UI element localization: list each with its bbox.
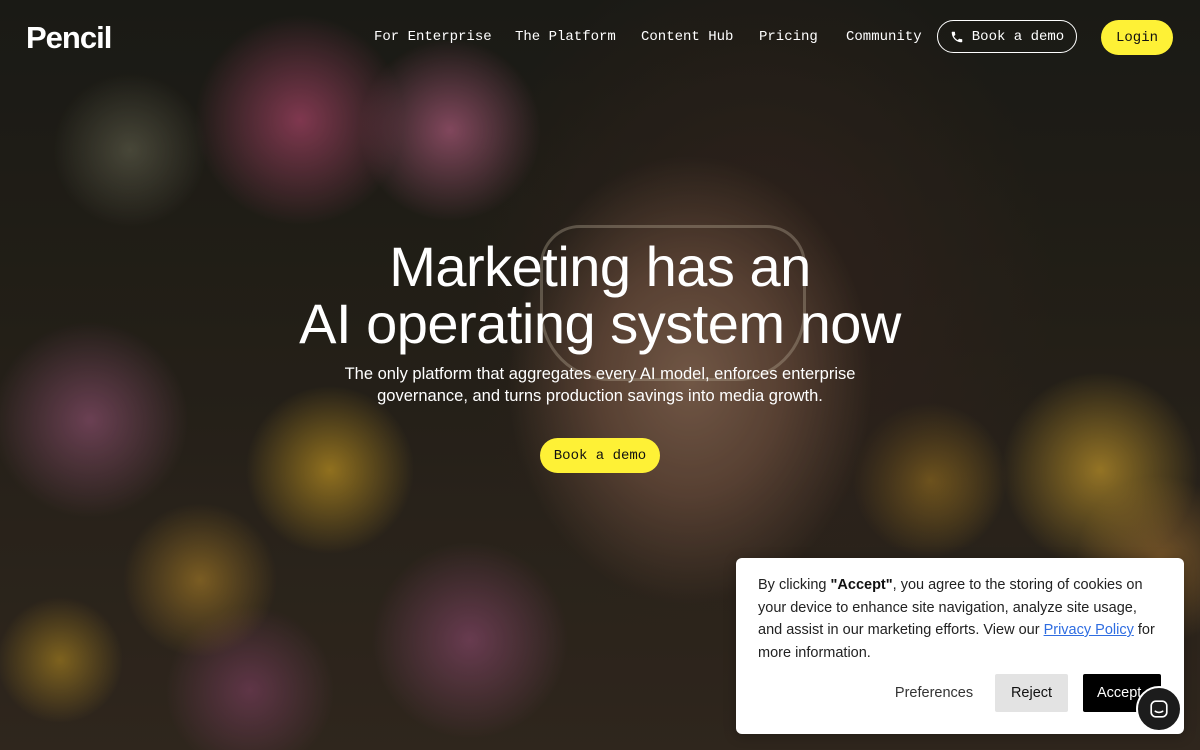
cookie-accept-quoted: "Accept"	[830, 577, 893, 593]
nav-link-pricing[interactable]: Pricing	[759, 29, 818, 45]
cookie-reject-button[interactable]: Reject	[995, 674, 1068, 712]
hero-subtitle-line1: The only platform that aggregates every …	[344, 365, 856, 383]
nav-link-content-hub[interactable]: Content Hub	[641, 29, 733, 45]
hero-book-demo-button[interactable]: Book a demo	[540, 438, 660, 473]
cookie-preferences-button[interactable]: Preferences	[880, 674, 988, 712]
hero-title-line1: Marketing has an	[389, 235, 811, 298]
login-button[interactable]: Login	[1101, 20, 1173, 55]
phone-icon	[951, 31, 963, 42]
nav-book-demo-label: Book a demo	[971, 28, 1065, 45]
nav-link-community[interactable]: Community	[846, 29, 922, 45]
nav-link-for-enterprise[interactable]: For Enterprise	[374, 29, 492, 45]
cookie-consent-banner: By clicking "Accept", you agree to the s…	[736, 558, 1184, 734]
privacy-policy-link[interactable]: Privacy Policy	[1044, 622, 1134, 638]
pencil-logo[interactable]: Pencil	[26, 20, 112, 56]
hero-subtitle-line2: governance, and turns production savings…	[377, 387, 823, 405]
chat-launcher-button[interactable]	[1136, 686, 1182, 732]
top-navigation: Pencil For Enterprise The Platform Conte…	[0, 0, 1200, 76]
nav-link-the-platform[interactable]: The Platform	[515, 29, 616, 45]
nav-book-demo-button[interactable]: Book a demo	[937, 20, 1077, 53]
cookie-message: By clicking "Accept", you agree to the s…	[758, 574, 1162, 664]
cookie-text-before: By clicking	[758, 577, 831, 593]
cookie-actions: Preferences Reject Accept	[736, 674, 1184, 712]
hero-subtitle: The only platform that aggregates every …	[0, 363, 1200, 407]
chat-bubble-icon	[1150, 700, 1168, 718]
hero-title-line2: AI operating system now	[299, 292, 901, 355]
hero-title: Marketing has an AI operating system now	[0, 238, 1200, 352]
